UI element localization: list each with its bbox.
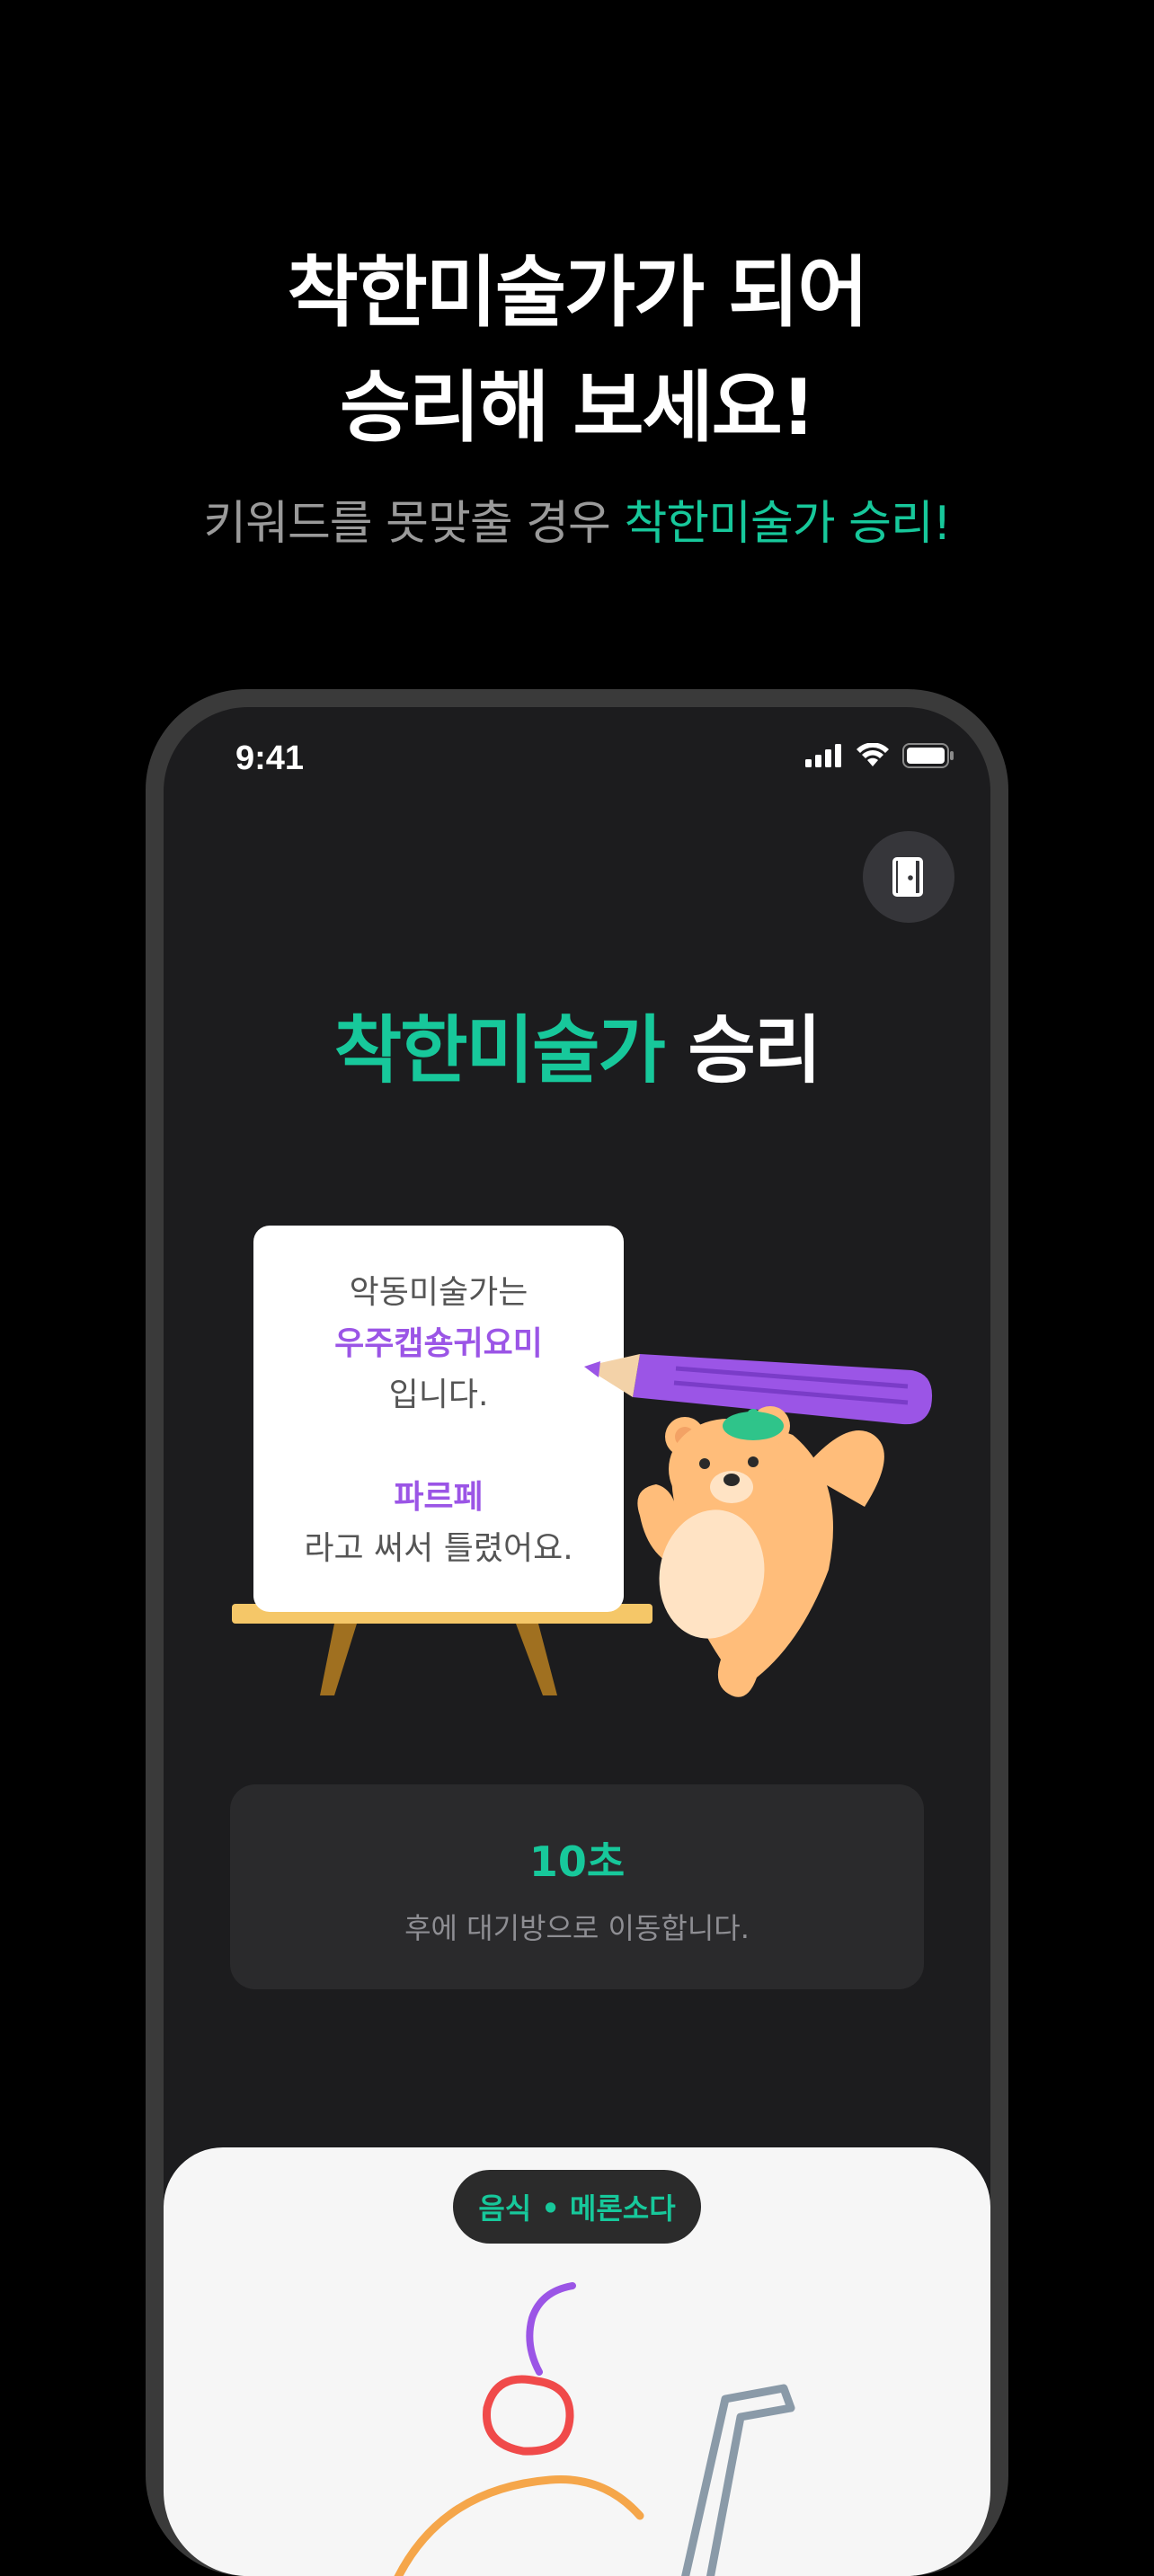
- result-title-rest: 승리: [663, 1008, 821, 1093]
- board-line-5: 라고 써서 틀렸어요.: [304, 1530, 573, 1567]
- exit-button[interactable]: [863, 831, 954, 923]
- status-time: 9:41: [235, 739, 305, 777]
- headline-line-2: 승리해 보세요!: [340, 363, 816, 453]
- subline-suffix: !: [932, 497, 952, 551]
- status-icons: [805, 743, 954, 768]
- timer-card: 10초 후에 대기방으로 이동합니다.: [230, 1784, 924, 1989]
- subline-prefix: 키워드를 못맞출 경우: [203, 497, 625, 551]
- result-title: 착한미술가 승리: [164, 990, 990, 1097]
- board-line-1: 악동미술가는: [349, 1274, 528, 1311]
- timer-count: 10초: [528, 1837, 626, 1886]
- subline: 키워드를 못맞출 경우 착한미술가 승리!: [0, 485, 1154, 553]
- melon-soda-drawing: [394, 2282, 795, 2576]
- drawing-board: 악동미술가는 우주캡숑귀요미 입니다. 파르페 라고 써서 틀렸어요.: [253, 1226, 624, 1612]
- headline: 착한미술가가 되어 승리해 보세요!: [0, 235, 1154, 465]
- timer-text: 후에 대기방으로 이동합니다.: [404, 1911, 750, 1945]
- board-wrong-answer: 파르페: [394, 1479, 484, 1516]
- door-exit-icon: [892, 857, 923, 897]
- headline-line-1: 착한미술가가 되어: [287, 248, 869, 338]
- category-pill: 음식 • 메론소다: [453, 2170, 701, 2244]
- result-title-accent: 착한미술가: [333, 1008, 666, 1093]
- drawing-sheet: 음식 • 메론소다: [164, 2147, 990, 2576]
- board-line-3: 입니다.: [388, 1377, 489, 1413]
- signal-icon: [805, 744, 841, 767]
- subline-accent: 착한미술가 승리: [624, 497, 933, 551]
- board-keyword: 우주캡숑귀요미: [334, 1325, 543, 1362]
- bear-pencil-illustration: [584, 1354, 933, 1697]
- phone-screen: 9:41 착한미술가 승리 악동미술가는 우주캡숑귀요미 입니다. 파르페 라고…: [164, 707, 990, 2576]
- wifi-icon: [857, 743, 889, 766]
- battery-icon: [902, 743, 954, 768]
